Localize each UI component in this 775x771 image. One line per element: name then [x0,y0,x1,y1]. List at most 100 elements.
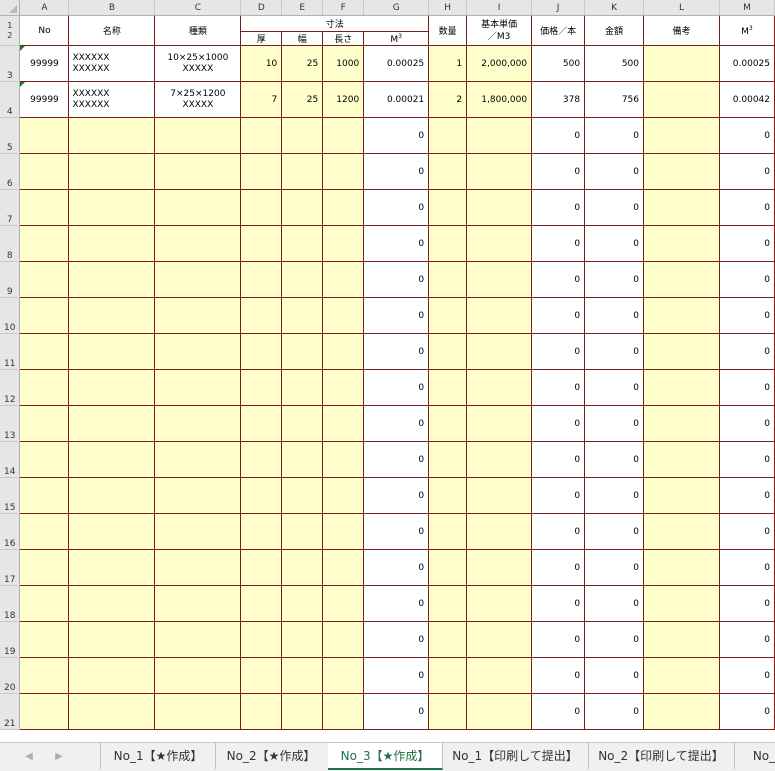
header-thickness[interactable]: 厚 [240,31,283,46]
cell-width[interactable] [281,405,324,442]
row-header[interactable]: 8 [0,225,21,262]
cell-volume[interactable]: 0 [363,621,430,658]
cell-price-per-piece[interactable]: 0 [531,405,586,442]
cell-width[interactable] [281,621,324,658]
cell-quantity[interactable] [428,657,468,694]
header-price-per-piece[interactable]: 価格／本 [531,15,586,46]
cell-thickness[interactable] [240,369,283,406]
cell-name[interactable]: XXXXXX XXXXXX [68,45,156,82]
cell-volume[interactable]: 0 [363,333,430,370]
row-header[interactable]: 7 [0,189,21,226]
cell-price-per-piece[interactable]: 0 [531,621,586,658]
cell-quantity[interactable] [428,333,468,370]
cell-length[interactable] [322,441,365,478]
cell-length[interactable]: 1200 [322,81,365,118]
cell-type[interactable] [154,225,242,262]
cell-volume[interactable]: 0 [363,513,430,550]
cell-m3[interactable]: 0 [718,477,775,514]
column-header-c[interactable]: C [154,0,242,16]
cell-remarks[interactable] [643,621,720,658]
cell-width[interactable] [281,297,324,334]
cell-amount[interactable]: 0 [584,585,644,622]
cell-quantity[interactable]: 2 [428,81,468,118]
cell-m3[interactable]: 0.00025 [718,45,775,82]
cell-volume[interactable]: 0 [363,153,430,190]
cell-m3[interactable]: 0 [718,549,775,586]
cell-quantity[interactable] [428,297,468,334]
cell-thickness[interactable] [240,621,283,658]
cell-width[interactable] [281,225,324,262]
row-header[interactable]: 19 [0,621,21,658]
cell-width[interactable]: 25 [281,81,324,118]
cell-amount[interactable]: 0 [584,153,644,190]
cell-length[interactable] [322,405,365,442]
cell-thickness[interactable] [240,117,283,154]
cell-remarks[interactable] [643,297,720,334]
cell-unit-price[interactable] [466,693,533,730]
column-header-g[interactable]: G [363,0,430,16]
cell-name[interactable] [68,513,156,550]
cell-name[interactable] [68,657,156,694]
cell-volume[interactable]: 0.00021 [363,81,430,118]
sheet-tab-2[interactable]: No_2【★作成】 [214,743,329,769]
cell-name[interactable] [68,333,156,370]
cell-type[interactable]: 7×25×1200 XXXXX [154,81,242,118]
sheet-tab-6[interactable]: No_ [734,743,775,769]
cell-unit-price[interactable] [466,585,533,622]
cell-thickness[interactable] [240,261,283,298]
cell-length[interactable] [322,225,365,262]
cell-no[interactable] [19,117,70,154]
cell-amount[interactable]: 0 [584,513,644,550]
cell-amount[interactable]: 500 [584,45,644,82]
cell-width[interactable] [281,657,324,694]
cell-length[interactable] [322,189,365,226]
cell-thickness[interactable] [240,333,283,370]
cell-length[interactable] [322,153,365,190]
row-header[interactable]: 20 [0,657,21,694]
cell-no[interactable] [19,657,70,694]
cell-thickness[interactable] [240,657,283,694]
cell-unit-price[interactable] [466,657,533,694]
header-quantity[interactable]: 数量 [428,15,468,46]
cell-amount[interactable]: 0 [584,189,644,226]
cell-quantity[interactable] [428,477,468,514]
row-header[interactable]: 10 [0,297,21,334]
row-header[interactable]: 16 [0,513,21,550]
cell-price-per-piece[interactable]: 0 [531,513,586,550]
cell-no[interactable] [19,549,70,586]
sheet-tab-4[interactable]: No_1【印刷して提出】 [442,743,589,769]
cell-unit-price[interactable] [466,153,533,190]
cell-quantity[interactable] [428,693,468,730]
cell-volume[interactable]: 0 [363,261,430,298]
cell-no[interactable] [19,261,70,298]
cell-length[interactable] [322,369,365,406]
cell-width[interactable] [281,585,324,622]
cell-m3[interactable]: 0 [718,153,775,190]
cell-unit-price[interactable] [466,297,533,334]
cell-price-per-piece[interactable]: 0 [531,549,586,586]
cell-price-per-piece[interactable]: 0 [531,225,586,262]
cell-remarks[interactable] [643,657,720,694]
spreadsheet-grid[interactable]: ABCDEFGHIJKLM 1 2 No 名称 種類 寸法 数量 基本単価 ／M… [0,0,775,742]
header-type[interactable]: 種類 [154,15,242,46]
cell-length[interactable] [322,549,365,586]
cell-thickness[interactable]: 7 [240,81,283,118]
cell-amount[interactable]: 756 [584,81,644,118]
cell-volume[interactable]: 0 [363,189,430,226]
cell-price-per-piece[interactable]: 0 [531,153,586,190]
cell-thickness[interactable] [240,189,283,226]
column-header-i[interactable]: I [466,0,533,16]
cell-no[interactable] [19,405,70,442]
cell-no[interactable] [19,693,70,730]
cell-name[interactable] [68,369,156,406]
cell-remarks[interactable] [643,333,720,370]
cell-m3[interactable]: 0 [718,189,775,226]
cell-amount[interactable]: 0 [584,657,644,694]
cell-amount[interactable]: 0 [584,261,644,298]
cell-quantity[interactable] [428,153,468,190]
cell-price-per-piece[interactable]: 0 [531,117,586,154]
cell-unit-price[interactable] [466,189,533,226]
cell-thickness[interactable]: 10 [240,45,283,82]
cell-type[interactable] [154,693,242,730]
cell-type[interactable] [154,513,242,550]
